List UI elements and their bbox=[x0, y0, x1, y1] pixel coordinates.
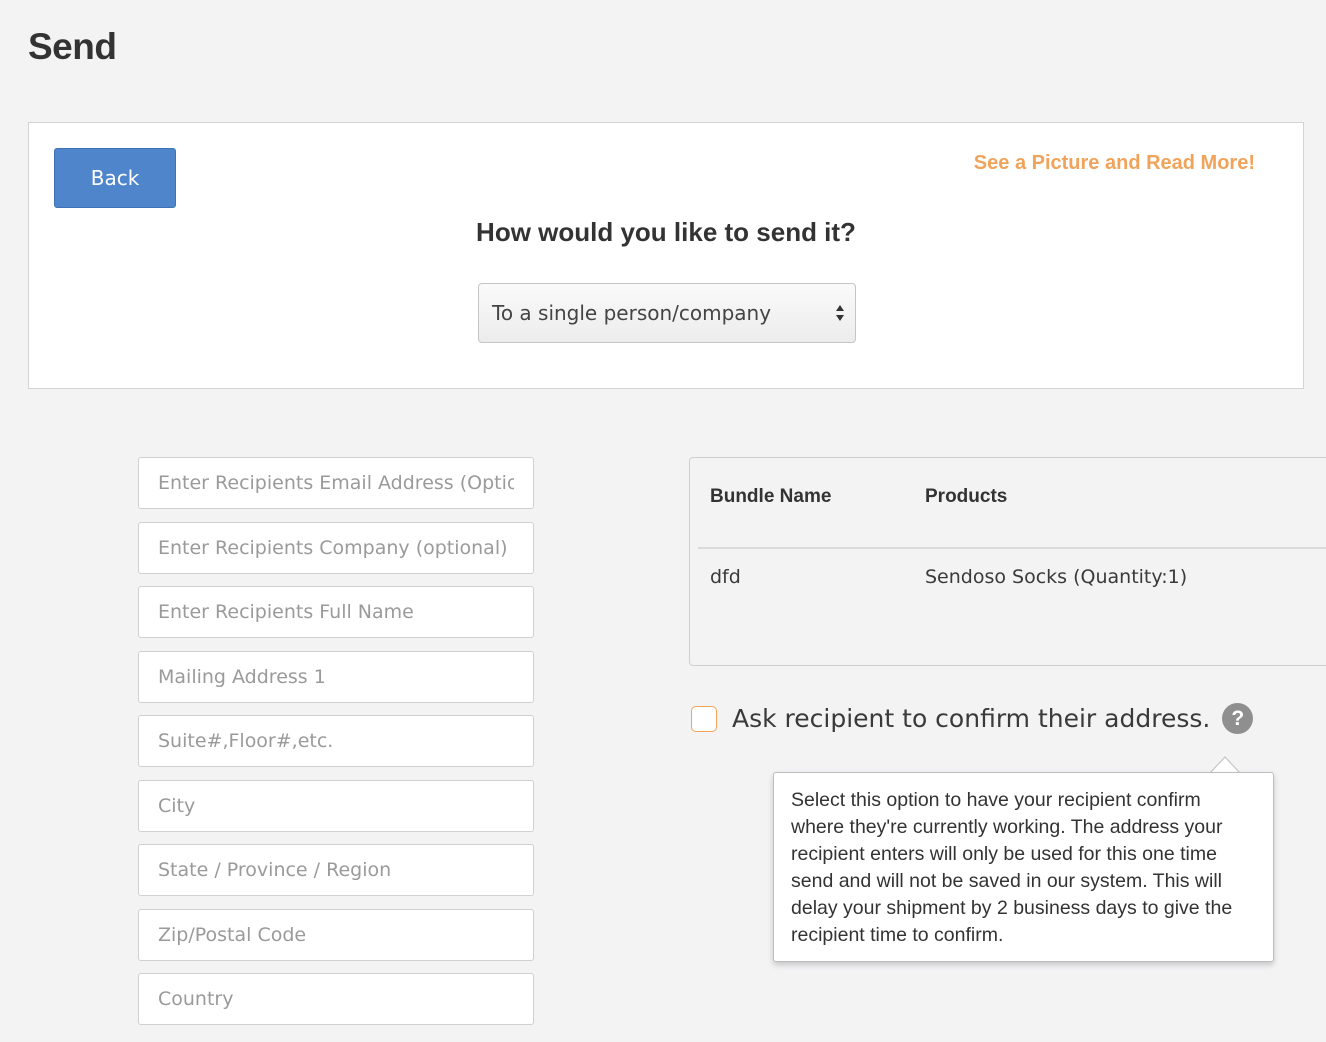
send-method-panel: Back See a Picture and Read More! How wo… bbox=[28, 122, 1304, 389]
back-button[interactable]: Back bbox=[54, 148, 176, 208]
products-header: Products bbox=[925, 486, 1008, 507]
send-method-select[interactable]: To a single person/company bbox=[478, 283, 856, 343]
confirm-address-label[interactable]: Ask recipient to confirm their address. bbox=[732, 704, 1210, 733]
company-field[interactable] bbox=[138, 521, 534, 574]
question-circle-icon[interactable]: ? bbox=[1222, 703, 1254, 734]
tooltip-arrow bbox=[1210, 756, 1240, 773]
suite-floor-field[interactable] bbox=[138, 715, 534, 767]
bundle-table: Bundle Name Products dfd Sendoso Socks (… bbox=[689, 457, 1326, 666]
send-method-question: How would you like to send it? bbox=[476, 217, 856, 247]
table-divider bbox=[698, 547, 1326, 549]
zip-field[interactable] bbox=[138, 908, 534, 961]
mailing-address-1-field[interactable] bbox=[138, 650, 534, 703]
send-method-selected-value: To a single person/company bbox=[492, 301, 772, 325]
confirm-address-checkbox[interactable] bbox=[691, 705, 717, 732]
confirm-address-row: Ask recipient to confirm their address. … bbox=[691, 703, 1254, 734]
full-name-field[interactable] bbox=[138, 586, 534, 638]
email-field[interactable] bbox=[138, 457, 534, 509]
state-field[interactable] bbox=[138, 844, 534, 896]
page-title: Send bbox=[28, 26, 117, 67]
recipient-form bbox=[138, 457, 534, 1038]
bundle-name-header: Bundle Name bbox=[710, 486, 832, 507]
confirm-address-tooltip: Select this option to have your recipien… bbox=[773, 772, 1274, 962]
table-cell-products: Sendoso Socks (Quantity:1) bbox=[925, 566, 1188, 588]
select-arrows-icon bbox=[836, 305, 844, 321]
table-cell-bundle-name: dfd bbox=[710, 566, 741, 588]
city-field[interactable] bbox=[138, 779, 534, 832]
country-field[interactable] bbox=[138, 973, 534, 1025]
see-picture-link[interactable]: See a Picture and Read More! bbox=[974, 152, 1255, 175]
